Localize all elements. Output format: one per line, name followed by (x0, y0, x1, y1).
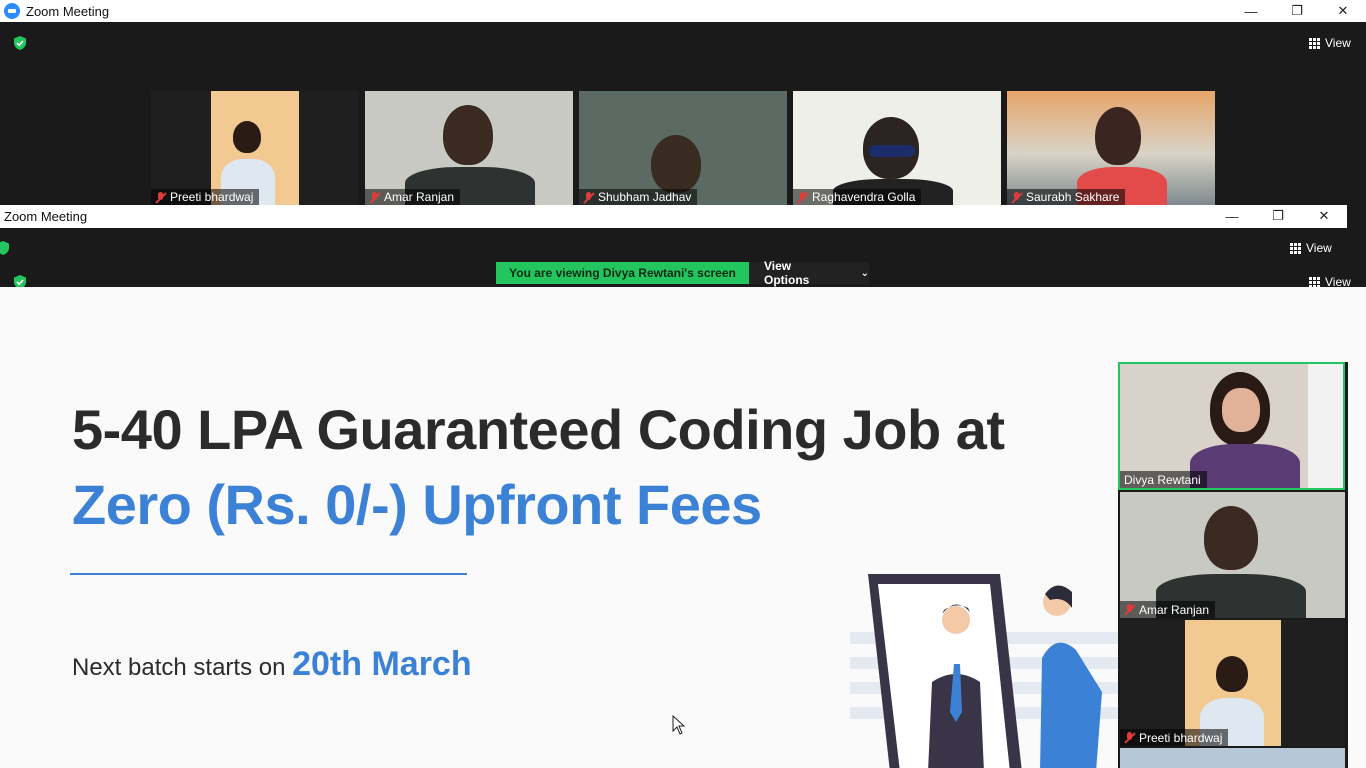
restore-button[interactable]: ❐ (1255, 205, 1301, 227)
slide-divider (70, 573, 467, 575)
slide-headline-line2: Zero (Rs. 0/-) Upfront Fees (72, 473, 762, 536)
security-shield-icon[interactable] (13, 36, 27, 50)
participant-tile[interactable]: Preeti bhardwaj (151, 91, 359, 205)
participant-tile[interactable]: Raghavendra Golla (793, 91, 1001, 205)
participant-tile[interactable] (1120, 748, 1345, 768)
participant-name-tag: Saurabh Sakhare (1007, 189, 1126, 205)
second-window-controls: — ❐ ✕ (1209, 205, 1347, 227)
second-window-title: Zoom Meeting (4, 209, 88, 224)
grid-view-icon (1309, 276, 1320, 288)
window-title: Zoom Meeting (26, 3, 110, 19)
grid-view-icon (1290, 242, 1301, 254)
window-titlebar: Zoom Meeting — ❐ ✕ (0, 0, 1366, 22)
grid-view-icon (1309, 37, 1320, 49)
second-window-titlebar: Zoom Meeting — ❐ ✕ (0, 205, 1347, 228)
mic-muted-icon (797, 191, 808, 203)
restore-button[interactable]: ❐ (1274, 0, 1320, 22)
mirror-illustration (850, 574, 1120, 768)
window-controls: — ❐ ✕ (1228, 0, 1366, 22)
active-speaker-tile[interactable]: Divya Rewtani (1118, 362, 1345, 490)
viewing-screen-banner: You are viewing Divya Rewtani's screen (496, 262, 749, 284)
participant-name-tag: Shubham Jadhav (579, 189, 698, 205)
mic-muted-icon (369, 191, 380, 203)
participant-name-tag: Amar Ranjan (365, 189, 461, 205)
next-batch-text: Next batch starts on 20th March (72, 645, 472, 683)
participant-tile[interactable]: Amar Ranjan (365, 91, 573, 205)
participant-tile[interactable]: Saurabh Sakhare (1007, 91, 1215, 205)
mic-muted-icon (1011, 191, 1022, 203)
speaker-sidebar: Divya Rewtani Amar Ranjan Preeti bhardwa… (1118, 362, 1348, 768)
minimize-button[interactable]: — (1228, 0, 1274, 22)
participant-tile[interactable]: Shubham Jadhav (579, 91, 787, 205)
meeting-gallery: View Preeti bhardwaj Amar Ranjan Shubham… (0, 22, 1366, 205)
chevron-down-icon: ⌄ (860, 267, 869, 279)
view-options-dropdown[interactable]: View Options ⌄ (749, 259, 869, 287)
zoom-logo-icon (4, 3, 20, 19)
pointer-cursor-icon (672, 715, 686, 735)
mic-muted-icon (155, 191, 166, 203)
view-button[interactable]: View (1309, 36, 1351, 50)
participant-tile[interactable]: Amar Ranjan (1120, 492, 1345, 618)
security-shield-icon[interactable] (0, 241, 10, 255)
mic-muted-icon (1124, 732, 1135, 743)
mic-muted-icon (1124, 604, 1135, 615)
participant-name-tag: Preeti bhardwaj (151, 189, 260, 205)
participant-name-tag: Divya Rewtani (1120, 471, 1207, 488)
participant-name-tag: Raghavendra Golla (793, 189, 922, 205)
participant-name-tag: Preeti bhardwaj (1120, 729, 1229, 746)
participant-name-tag: Amar Ranjan (1120, 601, 1216, 618)
slide-headline-line1: 5-40 LPA Guaranteed Coding Job at (72, 398, 1005, 461)
participant-avatar (443, 105, 493, 165)
close-button[interactable]: ✕ (1301, 205, 1347, 227)
participant-avatar (1216, 656, 1248, 692)
mic-muted-icon (583, 191, 594, 203)
view-label: View (1325, 36, 1351, 50)
view-button[interactable]: View (1290, 241, 1332, 255)
screen-share-bar: View View You are viewing Divya Rewtani'… (0, 228, 1366, 289)
next-batch-date: 20th March (292, 645, 472, 683)
participant-avatar (1204, 506, 1258, 570)
participant-tile[interactable]: Preeti bhardwaj (1120, 620, 1345, 746)
participant-avatar (651, 135, 701, 193)
close-button[interactable]: ✕ (1320, 0, 1366, 22)
participant-avatar (233, 121, 261, 153)
participant-avatar (1095, 107, 1141, 165)
minimize-button[interactable]: — (1209, 205, 1255, 227)
